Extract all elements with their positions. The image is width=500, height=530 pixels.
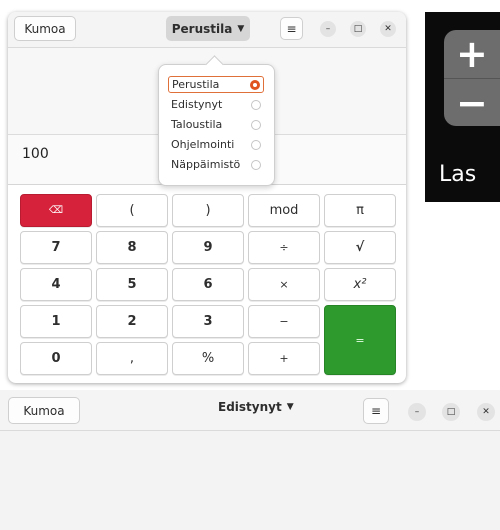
mode-selector-button[interactable]: Perustila ▼ bbox=[166, 16, 250, 41]
undo-button[interactable]: Kumoa bbox=[8, 397, 80, 424]
mode-option-label: Edistynyt bbox=[171, 98, 223, 111]
close-button[interactable]: ✕ bbox=[477, 403, 495, 421]
minimize-button[interactable]: – bbox=[320, 21, 336, 37]
backspace-icon: ⌫ bbox=[48, 205, 64, 216]
mode-option-basic[interactable]: Perustila bbox=[168, 76, 264, 93]
square-button[interactable]: x² bbox=[324, 268, 396, 301]
radio-icon bbox=[251, 119, 261, 130]
digit-2-button[interactable]: 2 bbox=[96, 305, 168, 338]
calculator-window: Kumoa Perustila ▼ ≡ – □ ✕ 100 ⌫ ( ) mod … bbox=[8, 12, 406, 383]
mode-option-label: Näppäimistö bbox=[171, 158, 241, 171]
close-button[interactable]: ✕ bbox=[380, 21, 396, 37]
percent-button[interactable]: % bbox=[172, 342, 244, 375]
mode-selector-button[interactable]: Edistynyt ▼ bbox=[218, 400, 294, 414]
mode-option-programming[interactable]: Ohjelmointi bbox=[168, 136, 264, 153]
dock-panel: + − Las bbox=[425, 12, 500, 202]
zoom-in-button[interactable]: + bbox=[444, 30, 500, 78]
mode-option-financial[interactable]: Taloustila bbox=[168, 116, 264, 133]
keypad: ⌫ ( ) mod π 7 8 9 ÷ √ 4 5 6 × x² 1 2 3 −… bbox=[20, 194, 396, 375]
maximize-icon: □ bbox=[446, 407, 456, 417]
digit-8-button[interactable]: 8 bbox=[96, 231, 168, 264]
open-paren-button[interactable]: ( bbox=[96, 194, 168, 227]
maximize-button[interactable]: □ bbox=[442, 403, 460, 421]
digit-9-button[interactable]: 9 bbox=[172, 231, 244, 264]
mode-option-advanced[interactable]: Edistynyt bbox=[168, 96, 264, 113]
radio-icon bbox=[251, 159, 261, 170]
decimal-comma-button[interactable]: , bbox=[96, 342, 168, 375]
dock-label: Las bbox=[439, 162, 477, 187]
square-root-button[interactable]: √ bbox=[324, 231, 396, 264]
maximize-icon: □ bbox=[353, 24, 363, 34]
multiply-button[interactable]: × bbox=[248, 268, 320, 301]
zoom-out-button[interactable]: − bbox=[444, 78, 500, 126]
digit-4-button[interactable]: 4 bbox=[20, 268, 92, 301]
minimize-icon: – bbox=[325, 24, 331, 34]
divide-button[interactable]: ÷ bbox=[248, 231, 320, 264]
digit-7-button[interactable]: 7 bbox=[20, 231, 92, 264]
digit-3-button[interactable]: 3 bbox=[172, 305, 244, 338]
hamburger-menu-icon: ≡ bbox=[286, 21, 297, 36]
equals-button[interactable]: = bbox=[324, 305, 396, 375]
main-menu-button[interactable]: ≡ bbox=[280, 17, 303, 40]
display-input[interactable]: 100 bbox=[22, 146, 49, 162]
close-paren-button[interactable]: ) bbox=[172, 194, 244, 227]
close-icon: ✕ bbox=[482, 407, 490, 417]
mod-button[interactable]: mod bbox=[248, 194, 320, 227]
backspace-button[interactable]: ⌫ bbox=[20, 194, 92, 227]
digit-6-button[interactable]: 6 bbox=[172, 268, 244, 301]
minimize-button[interactable]: – bbox=[408, 403, 426, 421]
mode-option-keyboard[interactable]: Näppäimistö bbox=[168, 156, 264, 173]
digit-5-button[interactable]: 5 bbox=[96, 268, 168, 301]
mode-label: Perustila bbox=[171, 21, 233, 36]
second-calculator-window: Kumoa Edistynyt ▼ ≡ – □ ✕ bbox=[0, 390, 500, 530]
mode-label: Edistynyt bbox=[218, 400, 282, 414]
maximize-button[interactable]: □ bbox=[350, 21, 366, 37]
digit-1-button[interactable]: 1 bbox=[20, 305, 92, 338]
mode-option-label: Taloustila bbox=[171, 118, 223, 131]
minimize-icon: – bbox=[414, 407, 420, 417]
header-bar: Kumoa Edistynyt ▼ ≡ – □ ✕ bbox=[0, 390, 500, 431]
chevron-down-icon: ▼ bbox=[286, 402, 294, 412]
main-menu-button[interactable]: ≡ bbox=[363, 398, 389, 424]
undo-button[interactable]: Kumoa bbox=[14, 16, 76, 41]
chevron-down-icon: ▼ bbox=[237, 23, 245, 34]
radio-icon bbox=[251, 139, 261, 150]
digit-0-button[interactable]: 0 bbox=[20, 342, 92, 375]
mode-option-label: Ohjelmointi bbox=[171, 138, 235, 151]
pi-button[interactable]: π bbox=[324, 194, 396, 227]
subtract-button[interactable]: − bbox=[248, 305, 320, 338]
close-icon: ✕ bbox=[384, 24, 392, 34]
add-button[interactable]: + bbox=[248, 342, 320, 375]
hamburger-menu-icon: ≡ bbox=[370, 404, 382, 418]
mode-popover: Perustila Edistynyt Taloustila Ohjelmoin… bbox=[158, 64, 275, 186]
mode-option-label: Perustila bbox=[172, 78, 220, 91]
radio-icon bbox=[251, 99, 261, 110]
header-bar: Kumoa Perustila ▼ ≡ – □ ✕ bbox=[8, 12, 406, 48]
radio-selected-icon bbox=[250, 79, 260, 90]
